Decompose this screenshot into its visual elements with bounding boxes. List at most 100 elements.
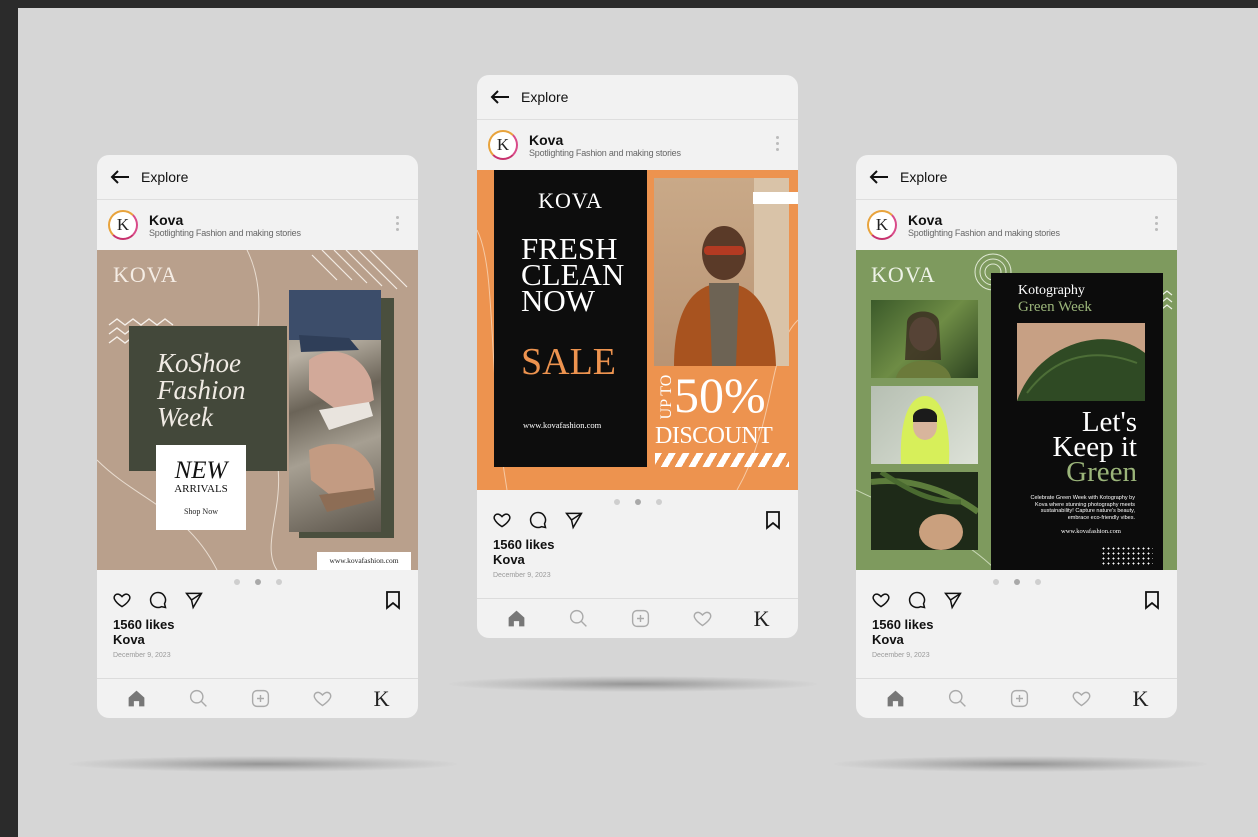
- likes-count[interactable]: 1560 likes: [493, 537, 554, 552]
- add-post-icon[interactable]: [250, 688, 271, 709]
- top-bar: Explore: [856, 155, 1177, 200]
- post-header: K Kova Spotlighting Fashion and making s…: [477, 120, 798, 170]
- kotography-title: Kotography: [1018, 283, 1085, 298]
- activity-heart-icon[interactable]: [312, 688, 333, 709]
- caption-username[interactable]: Kova: [113, 632, 145, 647]
- raincoat-illustration: [900, 396, 950, 464]
- add-post-icon[interactable]: [630, 608, 651, 629]
- phone-right: Explore K Kova Spotlighting Fashion and …: [856, 155, 1177, 718]
- back-arrow-icon[interactable]: [489, 89, 511, 105]
- photo-fern: [871, 472, 978, 550]
- green-week-title: Green Week: [1018, 299, 1092, 315]
- post-date: December 9, 2023: [113, 652, 171, 659]
- post-date: December 9, 2023: [872, 652, 930, 659]
- profile-name[interactable]: Kova: [908, 212, 1060, 228]
- bookmark-icon[interactable]: [765, 510, 781, 530]
- more-options-icon[interactable]: [396, 216, 400, 231]
- profile-tagline: Spotlighting Fashion and making stories: [149, 227, 301, 238]
- caption-username[interactable]: Kova: [872, 632, 904, 647]
- post-actions: [871, 590, 963, 610]
- stripe-band: [655, 453, 789, 467]
- arrivals-label: ARRIVALS: [174, 483, 228, 495]
- like-heart-icon[interactable]: [492, 510, 512, 530]
- post-image-sale[interactable]: KOVA FRESH CLEAN NOW SALE www.kovafashio…: [477, 170, 798, 490]
- like-heart-icon[interactable]: [871, 590, 891, 610]
- search-icon[interactable]: [188, 688, 209, 709]
- post-brand-logo: KOVA: [871, 262, 936, 287]
- share-icon[interactable]: [564, 510, 584, 530]
- sale-label: SALE: [521, 341, 616, 383]
- add-post-icon[interactable]: [1009, 688, 1030, 709]
- sale-url: www.kovafashion.com: [523, 420, 602, 430]
- top-bar: Explore: [97, 155, 418, 200]
- comment-icon[interactable]: [528, 510, 548, 530]
- phone-shadow-right: [833, 756, 1208, 772]
- activity-heart-icon[interactable]: [692, 608, 713, 629]
- home-icon[interactable]: [126, 688, 147, 709]
- shop-now-label: Shop Now: [183, 507, 218, 516]
- comment-icon[interactable]: [907, 590, 927, 610]
- green-url: www.kovafashion.com: [1061, 528, 1121, 535]
- share-icon[interactable]: [943, 590, 963, 610]
- profile-k-icon[interactable]: K: [1133, 686, 1149, 712]
- avatar[interactable]: K: [488, 130, 518, 160]
- comment-icon[interactable]: [148, 590, 168, 610]
- mockup-stage: Explore K Kova Spotlighting Fashion and …: [18, 8, 1258, 837]
- post-header: K Kova Spotlighting Fashion and making s…: [97, 200, 418, 250]
- activity-heart-icon[interactable]: [1071, 688, 1092, 709]
- post-image-koshoe[interactable]: KOVA KoShoe Fashion Week NEW ARRIVALS Sh…: [97, 250, 418, 570]
- home-icon[interactable]: [885, 688, 906, 709]
- back-arrow-icon[interactable]: [109, 169, 131, 185]
- discount-label: DISCOUNT: [655, 423, 773, 449]
- fern-illustration: [871, 472, 978, 550]
- profile-k-icon[interactable]: K: [374, 686, 390, 712]
- profile-tagline: Spotlighting Fashion and making stories: [908, 227, 1060, 238]
- avatar[interactable]: K: [108, 210, 138, 240]
- new-arrivals-card[interactable]: NEW ARRIVALS Shop Now: [156, 445, 246, 530]
- phone-center: Explore K Kova Spotlighting Fashion and …: [477, 75, 798, 638]
- top-bar: Explore: [477, 75, 798, 120]
- search-icon[interactable]: [568, 608, 589, 629]
- profile-tagline: Spotlighting Fashion and making stories: [529, 147, 681, 158]
- shoe-illustration: [289, 290, 381, 512]
- back-arrow-icon[interactable]: [868, 169, 890, 185]
- home-icon[interactable]: [506, 608, 527, 629]
- carousel-dots: [234, 579, 282, 585]
- phone-left: Explore K Kova Spotlighting Fashion and …: [97, 155, 418, 718]
- profile-name[interactable]: Kova: [149, 212, 301, 228]
- woman-illustration: [896, 311, 951, 378]
- big-line: Green: [1066, 456, 1137, 488]
- bottom-nav: K: [97, 678, 418, 718]
- more-options-icon[interactable]: [1155, 216, 1159, 231]
- bookmark-icon[interactable]: [385, 590, 401, 610]
- phone-shadow-center: [448, 676, 818, 692]
- carousel-dots: [993, 579, 1041, 585]
- explore-title: Explore: [521, 89, 569, 105]
- post-actions: [492, 510, 584, 530]
- caption-username[interactable]: Kova: [493, 552, 525, 567]
- more-options-icon[interactable]: [776, 136, 780, 151]
- white-tab: [753, 192, 798, 204]
- url-tag[interactable]: www.kovafashion.com: [317, 552, 411, 570]
- likes-count[interactable]: 1560 likes: [872, 617, 933, 632]
- photo-forest: [871, 300, 978, 378]
- search-icon[interactable]: [947, 688, 968, 709]
- dot-grid: [1101, 546, 1153, 566]
- profile-k-icon[interactable]: K: [754, 606, 770, 632]
- leaf-illustration: [1017, 323, 1145, 401]
- phone-shadow-left: [68, 756, 458, 772]
- likes-count[interactable]: 1560 likes: [113, 617, 174, 632]
- percent-label: 50%: [674, 367, 766, 423]
- explore-title: Explore: [141, 169, 189, 185]
- share-icon[interactable]: [184, 590, 204, 610]
- profile-name[interactable]: Kova: [529, 132, 681, 148]
- headline-line: Fashion: [157, 375, 246, 405]
- bookmark-icon[interactable]: [1144, 590, 1160, 610]
- headline-fresh: FRESH CLEAN NOW: [521, 233, 624, 316]
- avatar[interactable]: K: [867, 210, 897, 240]
- like-heart-icon[interactable]: [112, 590, 132, 610]
- post-actions: [112, 590, 204, 610]
- shoe-photo: [289, 290, 381, 532]
- new-label: NEW: [174, 457, 228, 484]
- post-image-green-week[interactable]: KOVA Kotography Green Week Let's Keep it…: [856, 250, 1177, 570]
